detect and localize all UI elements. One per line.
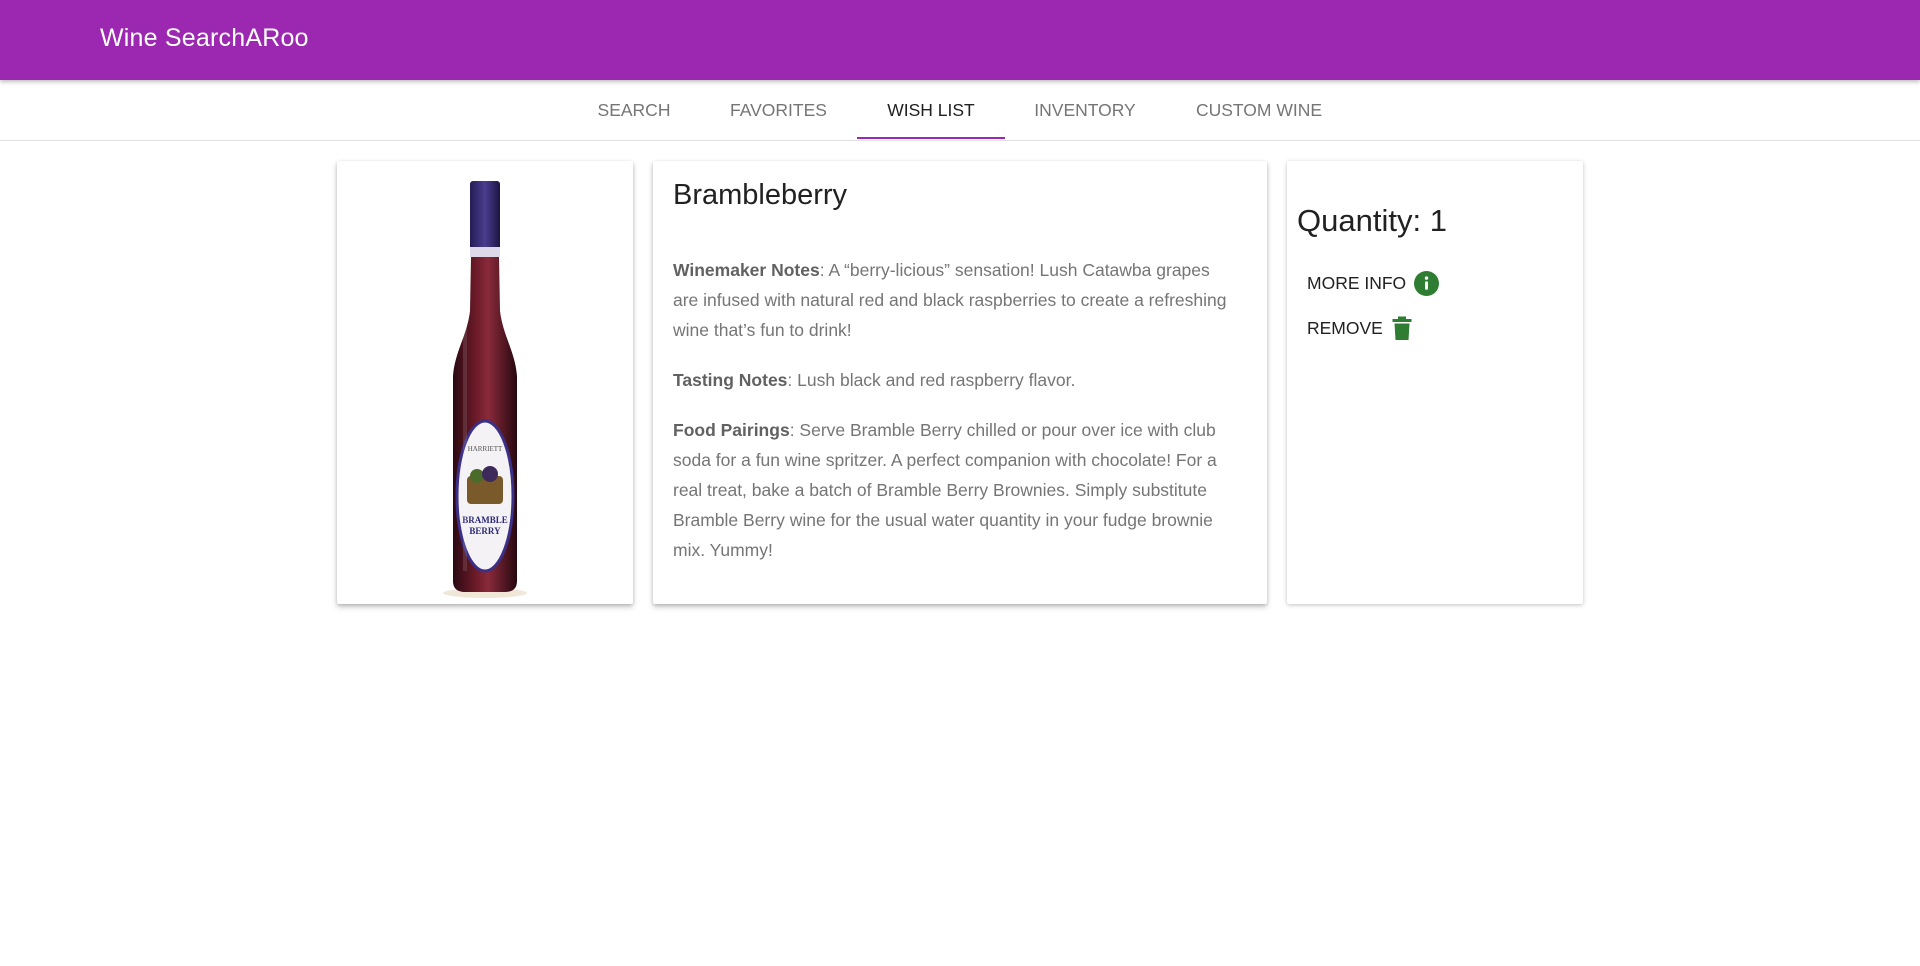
tab-inventory[interactable]: INVENTORY [1016, 80, 1154, 139]
tab-favorites[interactable]: FAVORITES [712, 80, 845, 139]
active-tab-indicator [857, 137, 1005, 139]
food-pairings-text: : Serve Bramble Berry chilled or pour ov… [673, 420, 1217, 560]
wine-name: Brambleberry [673, 179, 848, 211]
trash-icon [1391, 316, 1413, 341]
svg-text:BERRY: BERRY [469, 526, 501, 536]
more-info-button[interactable]: MORE INFO [1307, 268, 1440, 298]
app-title: Wine SearchARoo [100, 24, 309, 52]
tab-search[interactable]: SEARCH [579, 80, 689, 139]
tab-bar: SEARCH FAVORITES WISH LIST INVENTORY CUS… [0, 80, 1920, 141]
tab-custom-wine[interactable]: CUSTOM WINE [1180, 80, 1338, 139]
wish-list-actions-card: Quantity: 1 MORE INFO REMOVE [1287, 161, 1583, 604]
svg-text:BRAMBLE: BRAMBLE [462, 515, 508, 525]
svg-text:HARRIETT: HARRIETT [468, 445, 503, 453]
more-info-label: MORE INFO [1307, 272, 1407, 293]
tasting-notes-label: Tasting Notes [673, 370, 788, 390]
quantity-label: Quantity: [1297, 203, 1422, 238]
remove-label: REMOVE [1307, 317, 1383, 338]
app-bar: Wine SearchARoo [0, 0, 1920, 80]
wine-image-card: HARRIETT BRAMBLE BERRY [337, 161, 633, 604]
wine-bottle-image: HARRIETT BRAMBLE BERRY [443, 181, 527, 598]
food-pairings-label: Food Pairings [673, 420, 790, 440]
remove-button[interactable]: REMOVE [1307, 313, 1413, 343]
quantity-display: Quantity: 1 [1297, 203, 1447, 239]
winemaker-notes-label: Winemaker Notes [673, 260, 820, 280]
food-pairings: Food Pairings: Serve Bramble Berry chill… [673, 415, 1233, 565]
tasting-notes-text: : Lush black and red raspberry flavor. [787, 370, 1076, 390]
tab-wish-list[interactable]: WISH LIST [857, 80, 1005, 139]
quantity-value: 1 [1429, 203, 1447, 238]
info-circle-icon [1414, 270, 1440, 296]
wine-detail-card: Brambleberry Winemaker Notes: A “berry-l… [653, 161, 1267, 604]
tasting-notes: Tasting Notes: Lush black and red raspbe… [673, 365, 1233, 395]
winemaker-notes: Winemaker Notes: A “berry-licious” sensa… [673, 255, 1233, 345]
